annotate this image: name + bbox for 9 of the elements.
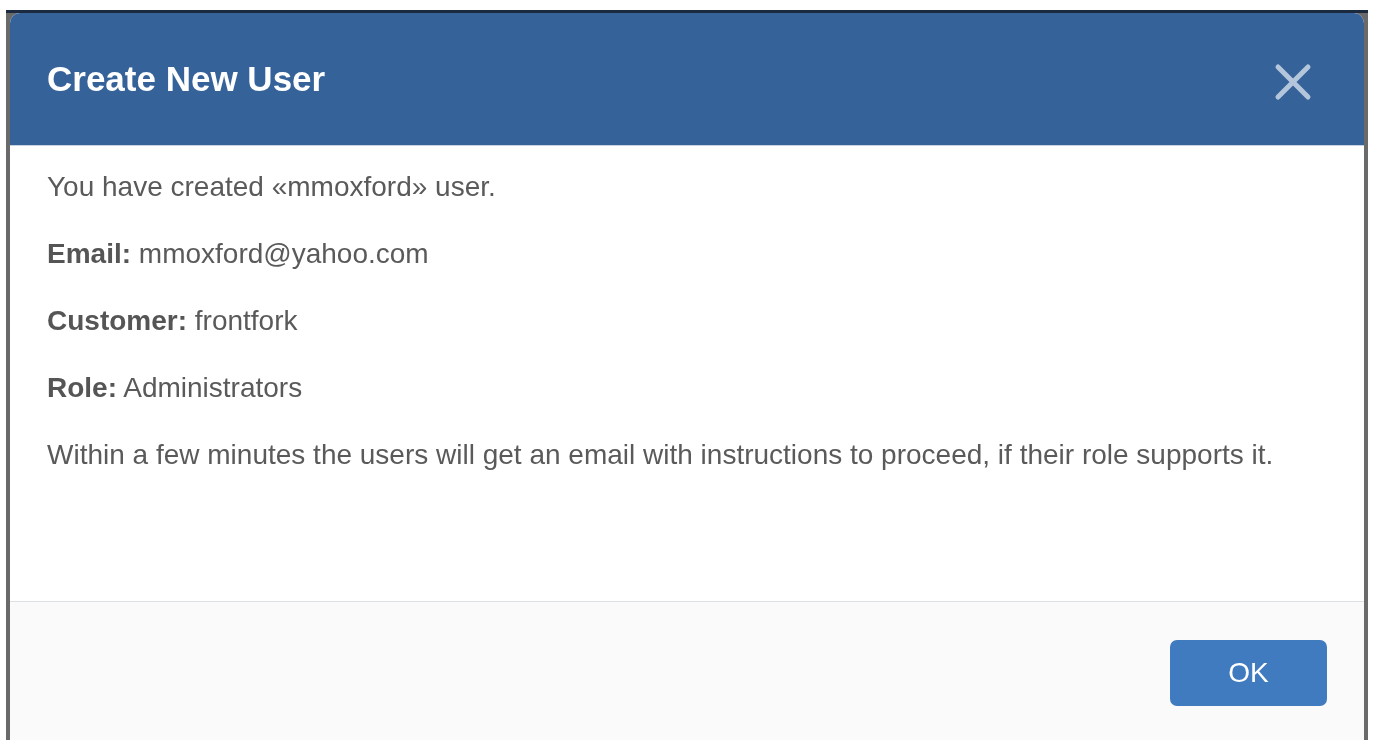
- note-text: Within a few minutes the users will get an email with instructions to proceed, if their role supports it.: [47, 438, 1275, 472]
- close-button[interactable]: [1274, 63, 1312, 101]
- close-icon: [1274, 63, 1312, 101]
- detail-text: Customer: frontfork: [47, 304, 299, 338]
- detail-text: Role: Administrators: [47, 371, 304, 405]
- ok-button[interactable]: OK: [1170, 640, 1327, 706]
- dialog-title: Create New User: [47, 59, 326, 99]
- message-text: You have created «mmoxford» user.: [47, 170, 497, 204]
- detail-text: Email: mmoxford@yahoo.com: [47, 237, 430, 271]
